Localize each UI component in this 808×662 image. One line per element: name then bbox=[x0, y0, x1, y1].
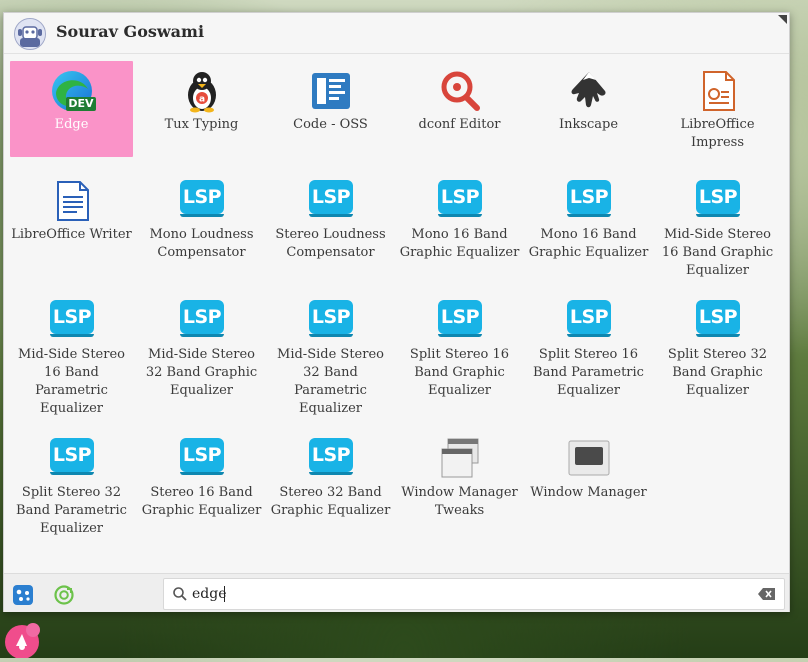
user-avatar[interactable] bbox=[14, 18, 46, 50]
search-icon bbox=[173, 587, 187, 601]
code-oss-icon bbox=[309, 69, 353, 113]
app-label: Mono 16 Band Graphic Equalizer bbox=[399, 227, 520, 260]
lsp-icon: LSP bbox=[696, 300, 740, 337]
resize-corner-icon[interactable] bbox=[778, 15, 787, 24]
app-tile[interactable]: Code - OSS bbox=[269, 61, 392, 157]
dev-badge: DEV bbox=[66, 97, 96, 111]
app-tile[interactable]: a Tux Typing bbox=[140, 61, 263, 157]
svg-text:a: a bbox=[199, 95, 205, 105]
lsp-icon: LSP bbox=[180, 300, 224, 337]
window-manager-icon bbox=[567, 437, 611, 481]
user-name: Sourav Goswami bbox=[56, 22, 205, 41]
menu-footer bbox=[4, 573, 789, 612]
text-cursor bbox=[224, 586, 225, 602]
app-tile[interactable]: DEV Edge bbox=[10, 61, 133, 157]
app-label: LibreOffice Writer bbox=[11, 227, 132, 242]
app-label: Split Stereo 32 Band Parametric Equalize… bbox=[16, 485, 127, 536]
app-grid: DEV Edge a Tux Typing Code - OSS dconf Editor… bbox=[10, 61, 785, 573]
panel-launcher-icon[interactable] bbox=[2, 614, 46, 659]
app-tile[interactable]: LSP Split Stereo 32 Band Parametric Equal… bbox=[10, 429, 133, 536]
settings-manager-icon[interactable] bbox=[13, 585, 33, 605]
app-tile[interactable]: LSP Mid-Side Stereo 16 Band Parametric Eq… bbox=[10, 291, 133, 416]
app-label: Mid-Side Stereo 16 Band Parametric Equal… bbox=[18, 347, 125, 416]
app-tile[interactable]: LSP Mono 16 Band Graphic Equalizer bbox=[527, 171, 650, 267]
app-tile[interactable]: Inkscape bbox=[527, 61, 650, 157]
app-label: Mid-Side Stereo 16 Band Graphic Equalize… bbox=[661, 227, 774, 278]
app-tile[interactable]: LSP Mono 16 Band Graphic Equalizer bbox=[398, 171, 521, 267]
app-label: Mono 16 Band Graphic Equalizer bbox=[528, 227, 649, 260]
clear-search-icon[interactable] bbox=[758, 587, 776, 601]
app-label: Split Stereo 16 Band Graphic Equalizer bbox=[409, 347, 510, 398]
lock-session-icon[interactable] bbox=[54, 585, 74, 605]
app-label: Stereo 32 Band Graphic Equalizer bbox=[270, 485, 391, 518]
search-input[interactable] bbox=[192, 583, 732, 605]
lsp-icon: LSP bbox=[438, 300, 482, 337]
lsp-icon: LSP bbox=[309, 180, 353, 217]
app-tile[interactable]: LibreOffice Writer bbox=[10, 171, 133, 267]
app-label: Code - OSS bbox=[293, 117, 368, 132]
lsp-icon: LSP bbox=[180, 438, 224, 475]
app-tile[interactable]: Window Manager Tweaks bbox=[398, 429, 521, 525]
app-tile[interactable]: LSP Mid-Side Stereo 32 Band Graphic Equal… bbox=[140, 291, 263, 398]
app-label: Edge bbox=[54, 117, 89, 132]
window-manager-tweaks-icon bbox=[438, 437, 482, 481]
lsp-icon: LSP bbox=[309, 438, 353, 475]
application-menu: Sourav Goswami DEV Edge a Tux Typing Code - … bbox=[3, 12, 790, 612]
app-tile[interactable]: LibreOffice Impress bbox=[656, 61, 779, 157]
app-label: dconf Editor bbox=[418, 117, 501, 132]
app-tile[interactable]: LSP Mid-Side Stereo 32 Band Parametric Eq… bbox=[269, 291, 392, 416]
app-tile[interactable]: LSP Stereo 16 Band Graphic Equalizer bbox=[140, 429, 263, 525]
app-label: Inkscape bbox=[558, 117, 619, 132]
dconf-editor-icon bbox=[438, 69, 482, 113]
app-label: Tux Typing bbox=[164, 117, 239, 132]
app-tile[interactable]: LSP Stereo Loudness Compensator bbox=[269, 171, 392, 267]
app-label: Window Manager Tweaks bbox=[401, 485, 518, 518]
libreoffice-impress-icon bbox=[696, 69, 740, 113]
search-box[interactable] bbox=[163, 578, 785, 610]
lsp-icon: LSP bbox=[438, 180, 482, 217]
app-label: Mono Loudness Compensator bbox=[149, 227, 254, 260]
app-tile[interactable]: dconf Editor bbox=[398, 61, 521, 157]
lsp-icon: LSP bbox=[50, 300, 94, 337]
app-tile[interactable]: LSP Split Stereo 16 Band Graphic Equalize… bbox=[398, 291, 521, 398]
app-tile[interactable]: Window Manager bbox=[527, 429, 650, 525]
lsp-icon: LSP bbox=[567, 300, 611, 337]
app-label: Stereo 16 Band Graphic Equalizer bbox=[141, 485, 262, 518]
app-tile[interactable]: LSP Stereo 32 Band Graphic Equalizer bbox=[269, 429, 392, 525]
app-label: Mid-Side Stereo 32 Band Parametric Equal… bbox=[277, 347, 384, 416]
lsp-icon: LSP bbox=[567, 180, 611, 217]
app-tile[interactable]: LSP Split Stereo 16 Band Parametric Equal… bbox=[527, 291, 650, 398]
lsp-icon: LSP bbox=[696, 180, 740, 217]
app-label: Split Stereo 16 Band Parametric Equalize… bbox=[533, 347, 644, 398]
app-label: Mid-Side Stereo 32 Band Graphic Equalize… bbox=[145, 347, 258, 398]
app-tile[interactable]: LSP Split Stereo 32 Band Graphic Equalize… bbox=[656, 291, 779, 398]
inkscape-icon bbox=[567, 69, 611, 113]
edge-dev-icon: DEV bbox=[50, 69, 96, 113]
app-tile[interactable]: LSP Mid-Side Stereo 16 Band Graphic Equal… bbox=[656, 171, 779, 278]
libreoffice-writer-icon bbox=[50, 179, 94, 223]
menu-header: Sourav Goswami bbox=[4, 13, 789, 54]
lsp-icon: LSP bbox=[309, 300, 353, 337]
lsp-icon: LSP bbox=[180, 180, 224, 217]
app-tile[interactable]: LSP Mono Loudness Compensator bbox=[140, 171, 263, 267]
app-label: Stereo Loudness Compensator bbox=[275, 227, 386, 260]
app-label: Window Manager bbox=[530, 485, 647, 500]
app-label: LibreOffice Impress bbox=[680, 117, 755, 150]
app-label: Split Stereo 32 Band Graphic Equalizer bbox=[667, 347, 768, 398]
lsp-icon: LSP bbox=[50, 438, 94, 475]
tux-typing-icon: a bbox=[180, 69, 224, 113]
